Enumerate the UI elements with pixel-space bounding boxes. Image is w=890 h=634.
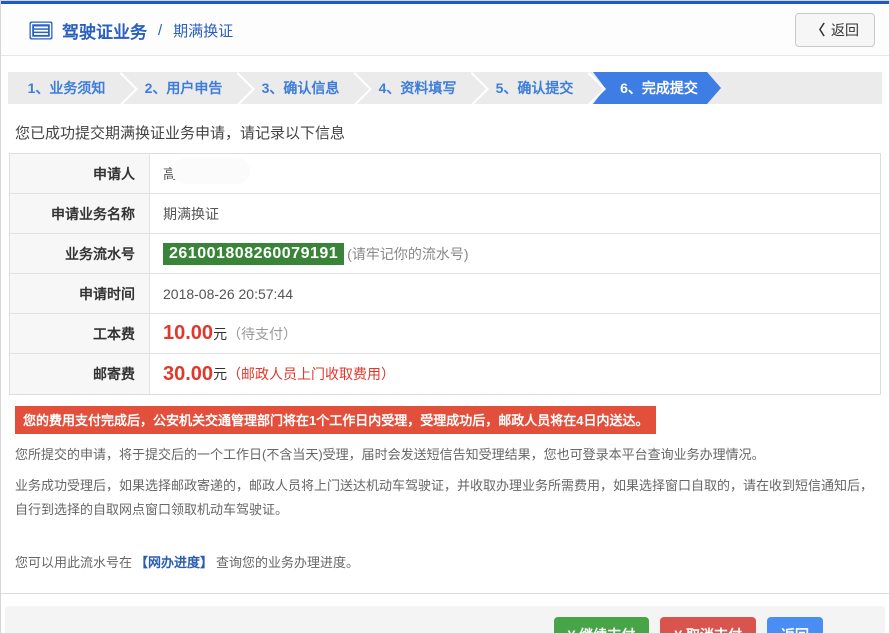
action-footer: ¥ 继续支付 ¥ 取消支付 返回 bbox=[5, 606, 885, 633]
page-subtitle: 期满换证 bbox=[173, 22, 234, 40]
step-tab-4[interactable]: 4、资料填写 bbox=[359, 72, 476, 104]
page: 驾驶证业务 / 期满换证 〈 返回 1、业务须知 2、用户申告 3、确认信息 4… bbox=[0, 0, 890, 634]
progress-note: 您可以用此流水号在 【网办进度】 查询您的业务办理进度。 bbox=[15, 552, 875, 571]
table-row-work-fee: 工本费 10.00 元 （待支付） bbox=[10, 314, 880, 354]
step-tab-6-active[interactable]: 6、完成提交 bbox=[593, 72, 721, 104]
return-button[interactable]: 返回 bbox=[767, 617, 823, 633]
post-fee-amount: 30.00 bbox=[163, 362, 214, 385]
progress-note-suffix: 查询您的业务办理进度。 bbox=[216, 555, 360, 571]
table-row-applicant: 申请人 高 bbox=[10, 154, 880, 194]
serial-note: (请牢记你的流水号) bbox=[347, 245, 469, 262]
applicant-name: 高 bbox=[163, 157, 273, 184]
cancel-payment-button[interactable]: ¥ 取消支付 bbox=[660, 617, 756, 633]
form-list-icon bbox=[29, 21, 53, 39]
header-back-label: 返回 bbox=[831, 22, 859, 38]
header-back-button[interactable]: 〈 返回 bbox=[795, 13, 875, 47]
serial-number-badge: 261001808260079191 bbox=[163, 242, 345, 265]
row-value: 10.00 元 （待支付） bbox=[150, 314, 880, 353]
step-tab-3[interactable]: 3、确认信息 bbox=[242, 72, 359, 104]
row-label: 申请业务名称 bbox=[10, 194, 150, 233]
row-label: 业务流水号 bbox=[10, 234, 150, 273]
continue-payment-button[interactable]: ¥ 继续支付 bbox=[553, 617, 650, 633]
chevron-left-icon: 〈 bbox=[811, 22, 826, 38]
row-label: 申请人 bbox=[10, 154, 150, 193]
row-value: 2018-08-26 20:57:44 bbox=[163, 285, 293, 302]
page-title: 驾驶证业务 bbox=[62, 22, 147, 42]
step-tab-1[interactable]: 1、业务须知 bbox=[8, 72, 125, 104]
fee-unit: 元 bbox=[213, 366, 228, 382]
breadcrumb-separator: / bbox=[158, 21, 163, 39]
row-value: 261001808260079191 (请牢记你的流水号) bbox=[150, 234, 880, 273]
info-paragraph-1: 您所提交的申请，将于提交后的一个工作日(不含当天)受理，届时会发送短信告知受理结… bbox=[15, 447, 765, 462]
table-row-post-fee: 邮寄费 30.00 元 （邮政人员上门收取费用） bbox=[10, 354, 880, 394]
success-message: 您已成功提交期满换证业务申请，请记录以下信息 bbox=[15, 125, 346, 142]
table-row-serial: 业务流水号 261001808260079191 (请牢记你的流水号) bbox=[10, 234, 880, 274]
content: 您已成功提交期满换证业务申请，请记录以下信息 申请人 高 申请业务名称 期满换证… bbox=[1, 122, 889, 571]
page-header: 驾驶证业务 / 期满换证 〈 返回 bbox=[1, 4, 889, 56]
info-table: 申请人 高 申请业务名称 期满换证 业务流水号 2610018082600791… bbox=[9, 153, 881, 395]
fee-unit: 元 bbox=[213, 325, 228, 342]
row-label: 工本费 bbox=[10, 314, 150, 353]
wizard-steps: 1、业务须知 2、用户申告 3、确认信息 4、资料填写 5、确认提交 6、完成提… bbox=[8, 72, 882, 104]
table-row-service-name: 申请业务名称 期满换证 bbox=[10, 194, 880, 234]
content-box: 您已成功提交期满换证业务申请，请记录以下信息 申请人 高 申请业务名称 期满换证… bbox=[1, 122, 889, 595]
progress-tracking-link[interactable]: 【网办进度】 bbox=[135, 555, 213, 570]
row-label: 申请时间 bbox=[10, 274, 150, 313]
progress-note-prefix: 您可以用此流水号在 bbox=[15, 555, 133, 571]
row-label: 邮寄费 bbox=[10, 354, 150, 394]
step-tab-5[interactable]: 5、确认提交 bbox=[476, 72, 593, 104]
row-value: 高 bbox=[150, 154, 880, 193]
post-fee-note: （邮政人员上门收取费用） bbox=[227, 366, 396, 382]
row-value: 期满换证 bbox=[163, 205, 219, 222]
table-row-apply-time: 申请时间 2018-08-26 20:57:44 bbox=[10, 274, 880, 314]
work-fee-amount: 10.00 bbox=[163, 322, 214, 344]
redaction-blur bbox=[172, 157, 250, 184]
payment-notice-banner: 您的费用支付完成后，公安机关交通管理部门将在1个工作日内受理，受理成功后，邮政人… bbox=[15, 406, 657, 434]
steps-filler bbox=[721, 72, 882, 104]
row-value: 30.00 元 （邮政人员上门收取费用） bbox=[150, 354, 880, 394]
info-table-wrap: 申请人 高 申请业务名称 期满换证 业务流水号 2610018082600791… bbox=[9, 153, 881, 395]
info-paragraph-2: 业务成功受理后，如果选择邮政寄递的，邮政人员将上门送达机动车驾驶证，并收取办理业… bbox=[15, 478, 874, 518]
breadcrumb: 驾驶证业务 / 期满换证 bbox=[29, 18, 233, 43]
work-fee-note: （待支付） bbox=[227, 325, 298, 342]
step-tab-2[interactable]: 2、用户申告 bbox=[125, 72, 242, 104]
